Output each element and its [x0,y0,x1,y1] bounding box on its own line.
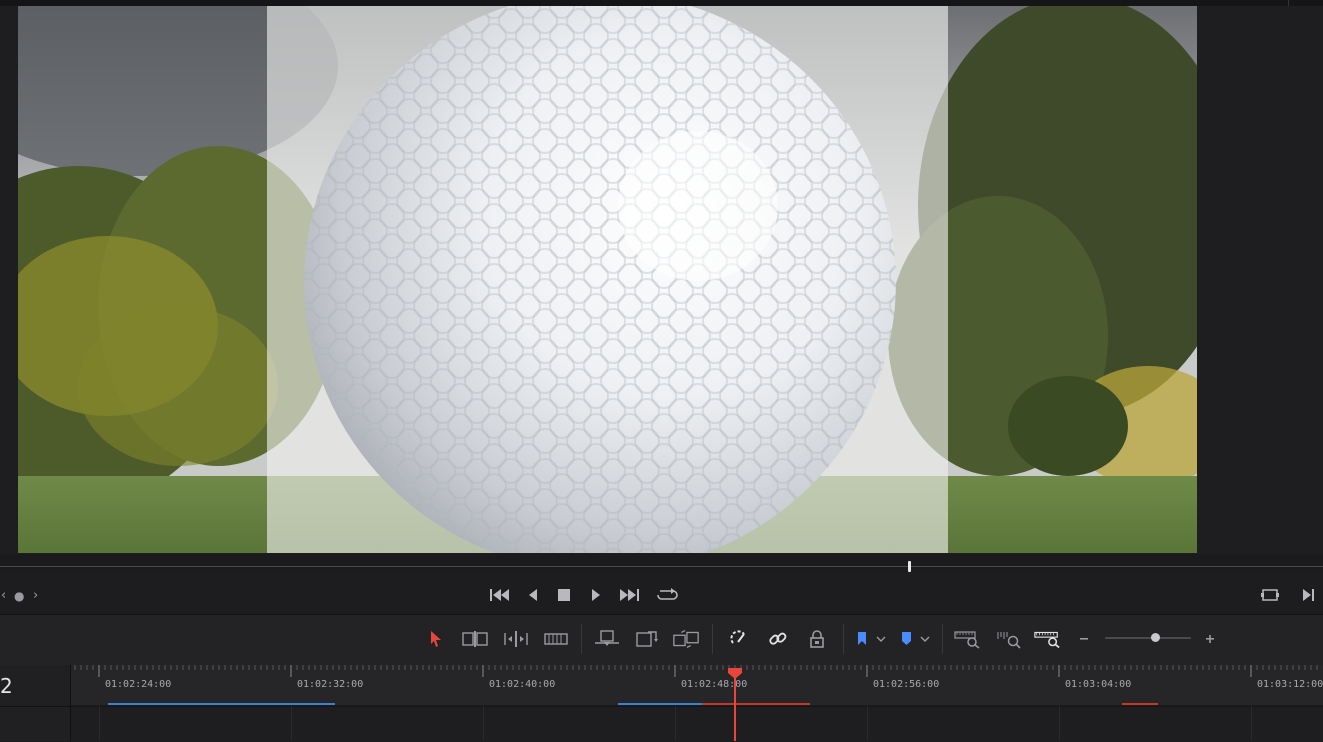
marker-icon[interactable] [895,626,933,652]
grid-line [291,706,292,741]
video-track-lane[interactable] [71,706,1323,742]
grid-line [99,706,100,741]
zoom-custom-icon[interactable] [1033,626,1061,652]
grid-line [867,706,868,741]
dynamic-trim-icon[interactable] [502,626,530,652]
trim-edit-icon[interactable] [461,626,489,652]
clip-range-marker[interactable] [702,703,810,705]
track-header-divider [0,706,70,707]
zoom-full-icon[interactable] [953,626,981,652]
timecode-label: 01:03:12:00 [1257,679,1323,690]
zoom-slider-track[interactable] [1105,637,1191,639]
preview-image [18,6,1197,553]
track-number: 2 [0,674,13,698]
scrub-handle[interactable] [908,561,911,572]
play-reverse-icon[interactable] [520,584,546,606]
flag-icon[interactable] [851,626,889,652]
insert-clip-icon[interactable] [593,626,621,652]
grid-line [675,706,676,741]
scrub-bar[interactable] [0,566,1323,567]
linked-selection-icon[interactable] [764,626,792,652]
edit-toolbar [0,614,1323,665]
chevron-left-icon[interactable]: ‹ [1,589,6,603]
zoom-in-icon[interactable] [1197,626,1223,652]
timecode-label: 01:02:32:00 [297,679,364,690]
blade-icon[interactable] [542,626,570,652]
fullscreen-icon[interactable] [1257,584,1283,606]
skip-to-end-icon[interactable] [616,584,642,606]
clip-range-marker[interactable] [108,703,335,705]
play-icon[interactable] [583,584,609,606]
overwrite-clip-icon[interactable] [633,626,661,652]
timecode-label: 01:02:56:00 [873,679,940,690]
skip-to-start-icon[interactable] [487,584,513,606]
position-lock-icon[interactable] [803,626,831,652]
toolbar-separator [843,624,844,654]
zoom-detail-icon[interactable] [995,626,1023,652]
panel-divider [1288,0,1289,6]
loop-icon[interactable] [654,584,680,606]
chevron-right-icon[interactable]: › [33,589,38,603]
clip-range-marker[interactable] [618,703,702,705]
grid-line [483,706,484,741]
selection-arrow-icon[interactable] [422,626,450,652]
replace-clip-icon[interactable] [672,626,700,652]
playhead-handle[interactable] [727,665,743,684]
stop-icon[interactable] [551,584,577,606]
snapping-icon[interactable] [725,626,753,652]
next-frame-icon[interactable] [1295,584,1321,606]
dot-icon[interactable]: ● [14,589,24,603]
clip-range-marker[interactable] [1122,703,1158,705]
toolbar-separator [712,624,713,654]
zoom-out-icon[interactable] [1071,626,1097,652]
grid-line [1059,706,1060,741]
timecode-label: 01:02:40:00 [489,679,556,690]
playhead-line[interactable] [734,676,736,741]
grid-line [1251,706,1252,741]
toolbar-separator [942,624,943,654]
zoom-slider-handle[interactable] [1151,633,1160,642]
toolbar-separator [581,624,582,654]
timecode-label: 01:03:04:00 [1065,679,1132,690]
viewer-frame [18,6,1197,553]
timecode-label: 01:02:24:00 [105,679,172,690]
